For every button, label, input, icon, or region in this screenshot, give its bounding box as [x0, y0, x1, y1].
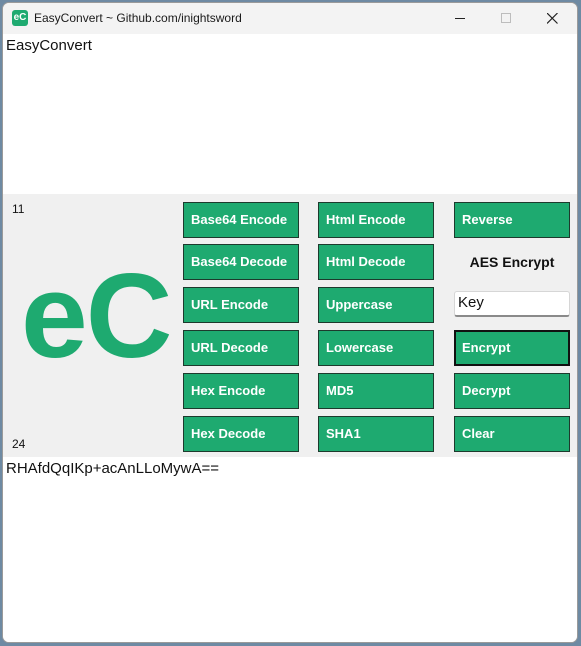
minimize-icon — [455, 18, 465, 19]
hex-decode-button[interactable]: Hex Decode — [183, 416, 299, 452]
input-length-count: 11 — [12, 202, 25, 216]
aes-encrypt-label: AES Encrypt — [469, 254, 555, 270]
minimize-button[interactable] — [437, 3, 483, 34]
base64-decode-button[interactable]: Base64 Decode — [183, 244, 299, 280]
url-encode-button[interactable]: URL Encode — [183, 287, 299, 323]
decrypt-button[interactable]: Decrypt — [454, 373, 570, 409]
control-panel: 11 eC 24 Base64 Encode Base64 Decode URL… — [3, 194, 577, 457]
close-icon — [547, 13, 558, 24]
encrypt-button[interactable]: Encrypt — [454, 330, 570, 366]
window-title: EasyConvert ~ Github.com/inightsword — [34, 11, 242, 25]
sha1-button[interactable]: SHA1 — [318, 416, 434, 452]
reverse-button[interactable]: Reverse — [454, 202, 570, 238]
app-window: eC EasyConvert ~ Github.com/inightsword … — [2, 2, 578, 643]
input-textarea[interactable]: EasyConvert — [3, 34, 577, 194]
aes-key-input[interactable]: Key — [454, 291, 570, 317]
hex-encode-button[interactable]: Hex Encode — [183, 373, 299, 409]
app-icon: eC — [12, 10, 28, 26]
title-bar[interactable]: eC EasyConvert ~ Github.com/inightsword — [3, 3, 577, 34]
uppercase-button[interactable]: Uppercase — [318, 287, 434, 323]
url-decode-button[interactable]: URL Decode — [183, 330, 299, 366]
output-length-count: 24 — [12, 437, 26, 451]
maximize-button[interactable] — [483, 3, 529, 34]
html-decode-button[interactable]: Html Decode — [318, 244, 434, 280]
lowercase-button[interactable]: Lowercase — [318, 330, 434, 366]
html-encode-button[interactable]: Html Encode — [318, 202, 434, 238]
output-textarea[interactable]: RHAfdQqIKp+acAnLLoMywA== — [3, 457, 577, 642]
base64-encode-button[interactable]: Base64 Encode — [183, 202, 299, 238]
clear-button[interactable]: Clear — [454, 416, 570, 452]
logo: eC — [21, 249, 172, 383]
maximize-icon — [501, 13, 511, 23]
close-button[interactable] — [529, 3, 575, 34]
md5-button[interactable]: MD5 — [318, 373, 434, 409]
